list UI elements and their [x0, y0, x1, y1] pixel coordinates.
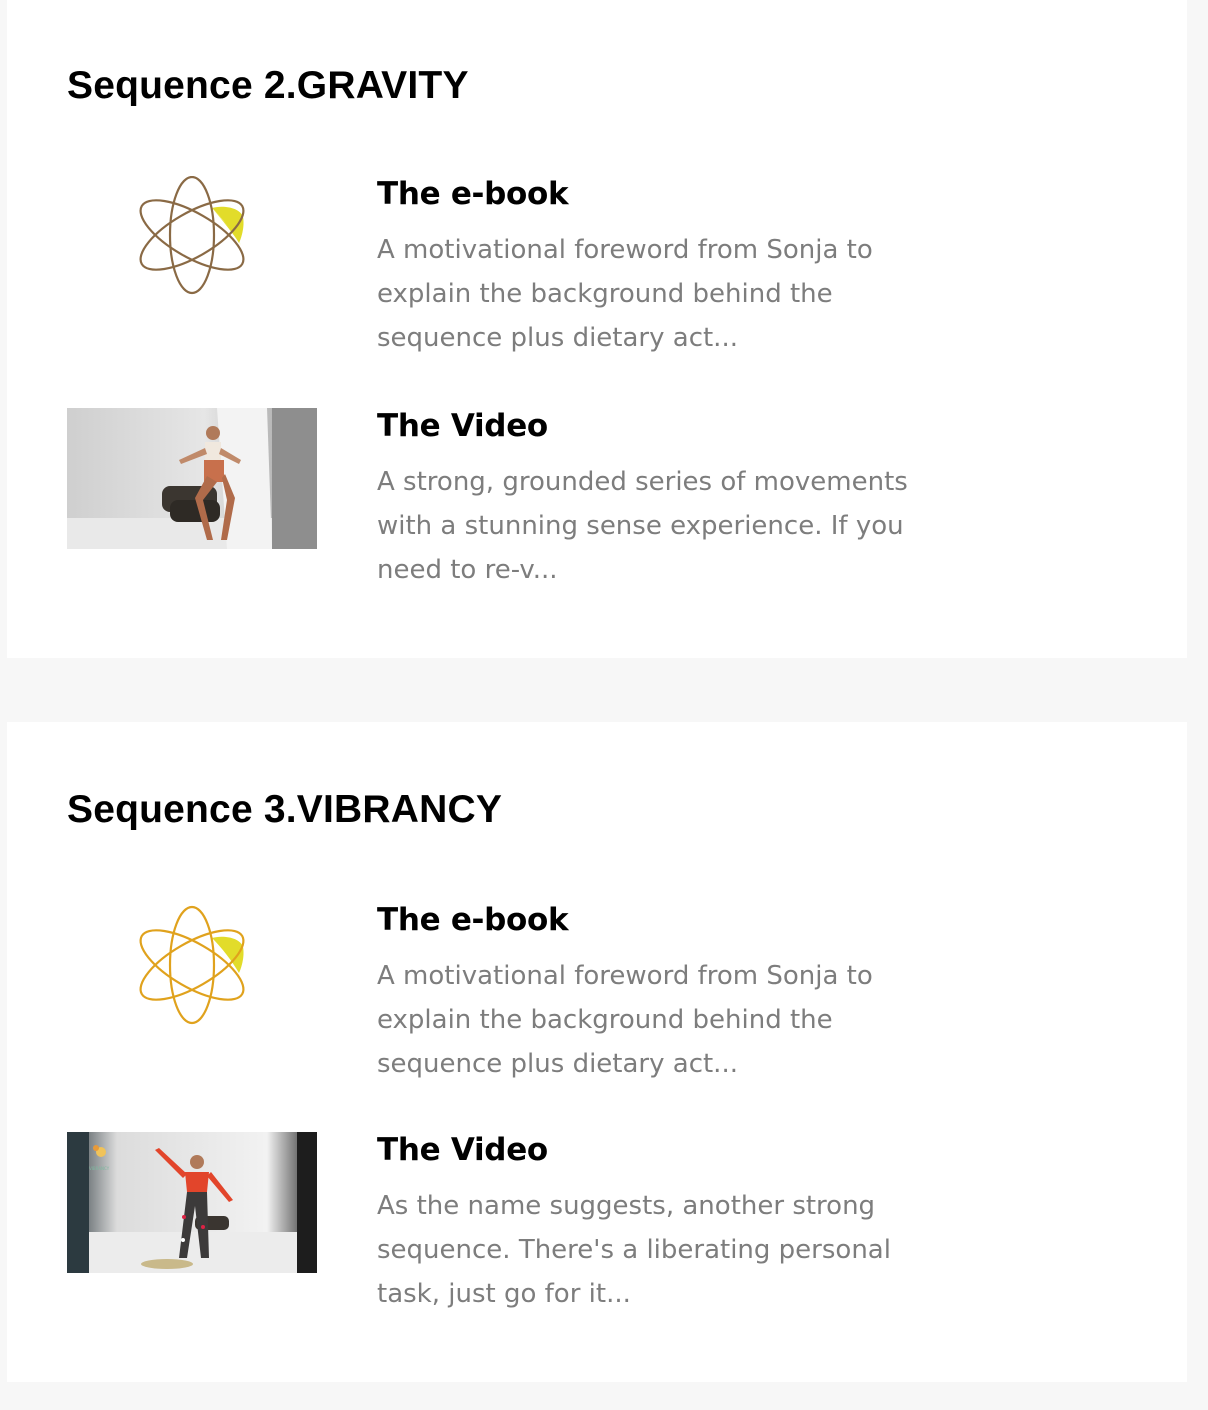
item-description: A motivational foreword from Sonja to ex…	[377, 235, 873, 353]
atom-logo-icon	[67, 175, 317, 336]
item-description: A strong, grounded series of movements w…	[377, 467, 908, 585]
sequence-card-vibrancy: Sequence 3.VIBRANCY The e-book A motivat…	[7, 722, 1187, 1382]
item-description: As the name suggests, another strong seq…	[377, 1191, 891, 1309]
video-item[interactable]: The Video A strong, grounded series of m…	[67, 408, 1127, 608]
item-title[interactable]: The Video	[377, 1132, 548, 1168]
item-description: A motivational foreword from Sonja to ex…	[377, 961, 873, 1079]
video-thumbnail[interactable]: VIBRANCY	[67, 1132, 317, 1273]
sequence-card-gravity: Sequence 2.GRAVITY The e-book A motivati…	[7, 0, 1187, 658]
item-title[interactable]: The Video	[377, 408, 548, 444]
ebook-item[interactable]: The e-book A motivational foreword from …	[67, 902, 1127, 1102]
item-title[interactable]: The e-book	[377, 176, 569, 212]
ebook-item[interactable]: The e-book A motivational foreword from …	[67, 175, 1127, 376]
video-thumbnail[interactable]	[67, 408, 317, 549]
item-title[interactable]: The e-book	[377, 902, 569, 938]
thumbnail-caption: VIBRANCY	[89, 1166, 110, 1171]
atom-logo-icon	[67, 902, 317, 1062]
section-title: Sequence 2.GRAVITY	[67, 64, 469, 107]
video-item[interactable]: VIBRANCY The Video As the name suggests,…	[67, 1132, 1127, 1332]
section-title: Sequence 3.VIBRANCY	[67, 788, 503, 831]
